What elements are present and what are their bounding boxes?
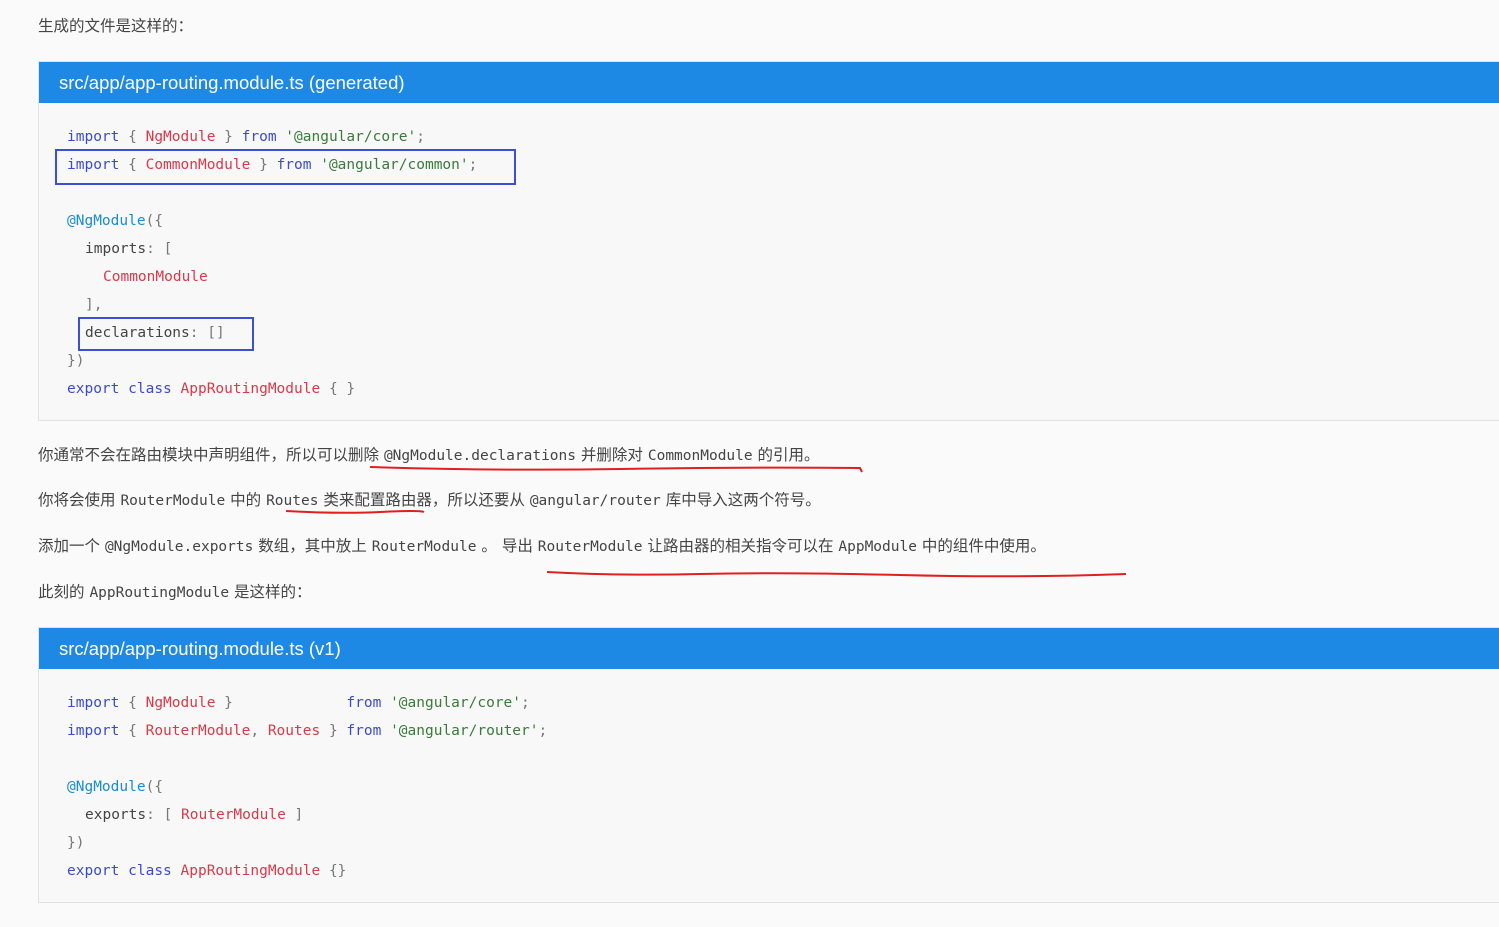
- keyword: from: [346, 723, 382, 739]
- punctuation: {}: [328, 863, 347, 879]
- code-line-4: @NgModule({: [67, 773, 163, 801]
- brace: }: [224, 695, 233, 711]
- brace: {: [128, 695, 137, 711]
- string: '@angular/core': [390, 695, 522, 711]
- code-line-1: import { NgModule } from '@angular/core'…: [67, 689, 530, 717]
- string: '@angular/router': [390, 723, 539, 739]
- keyword: class: [128, 863, 172, 879]
- punctuation: }): [67, 835, 85, 851]
- keyword: import: [67, 695, 120, 711]
- brace: }: [328, 723, 338, 739]
- code-line-5: exports: [ RouterModule ]: [85, 801, 303, 829]
- identifier: RouterModule: [181, 807, 286, 823]
- keyword: from: [346, 695, 382, 711]
- code-block[interactable]: import { NgModule } from '@angular/core'…: [39, 669, 1499, 903]
- keyword: export: [67, 863, 120, 879]
- semicolon: ;: [538, 723, 548, 739]
- red-underline-3: [546, 571, 1127, 578]
- identifier: RouterModule: [145, 723, 251, 739]
- identifier: AppRoutingModule: [180, 863, 321, 879]
- semicolon: ;: [521, 695, 530, 711]
- punctuation: ]: [294, 807, 304, 823]
- code-line-7: export class AppRoutingModule {}: [67, 857, 346, 885]
- code-line-6: }): [67, 829, 84, 857]
- identifier: NgModule: [145, 695, 216, 711]
- comma: ,: [250, 723, 260, 739]
- code-line-2: import { RouterModule, Routes } from '@a…: [67, 717, 547, 745]
- paren-brace: ({: [145, 779, 164, 795]
- identifier: Routes: [267, 723, 321, 739]
- red-underline-1: [369, 466, 863, 473]
- decorator: @NgModule: [67, 779, 146, 795]
- brace: {: [128, 723, 137, 739]
- keyword: import: [67, 723, 120, 739]
- red-underline-2: [285, 510, 425, 514]
- punctuation: : [: [146, 807, 173, 823]
- property: exports: [85, 807, 147, 823]
- code-card-v1: src/app/app-routing.module.ts (v1) impor…: [38, 627, 1499, 903]
- code-card-title: src/app/app-routing.module.ts (v1): [39, 628, 1499, 669]
